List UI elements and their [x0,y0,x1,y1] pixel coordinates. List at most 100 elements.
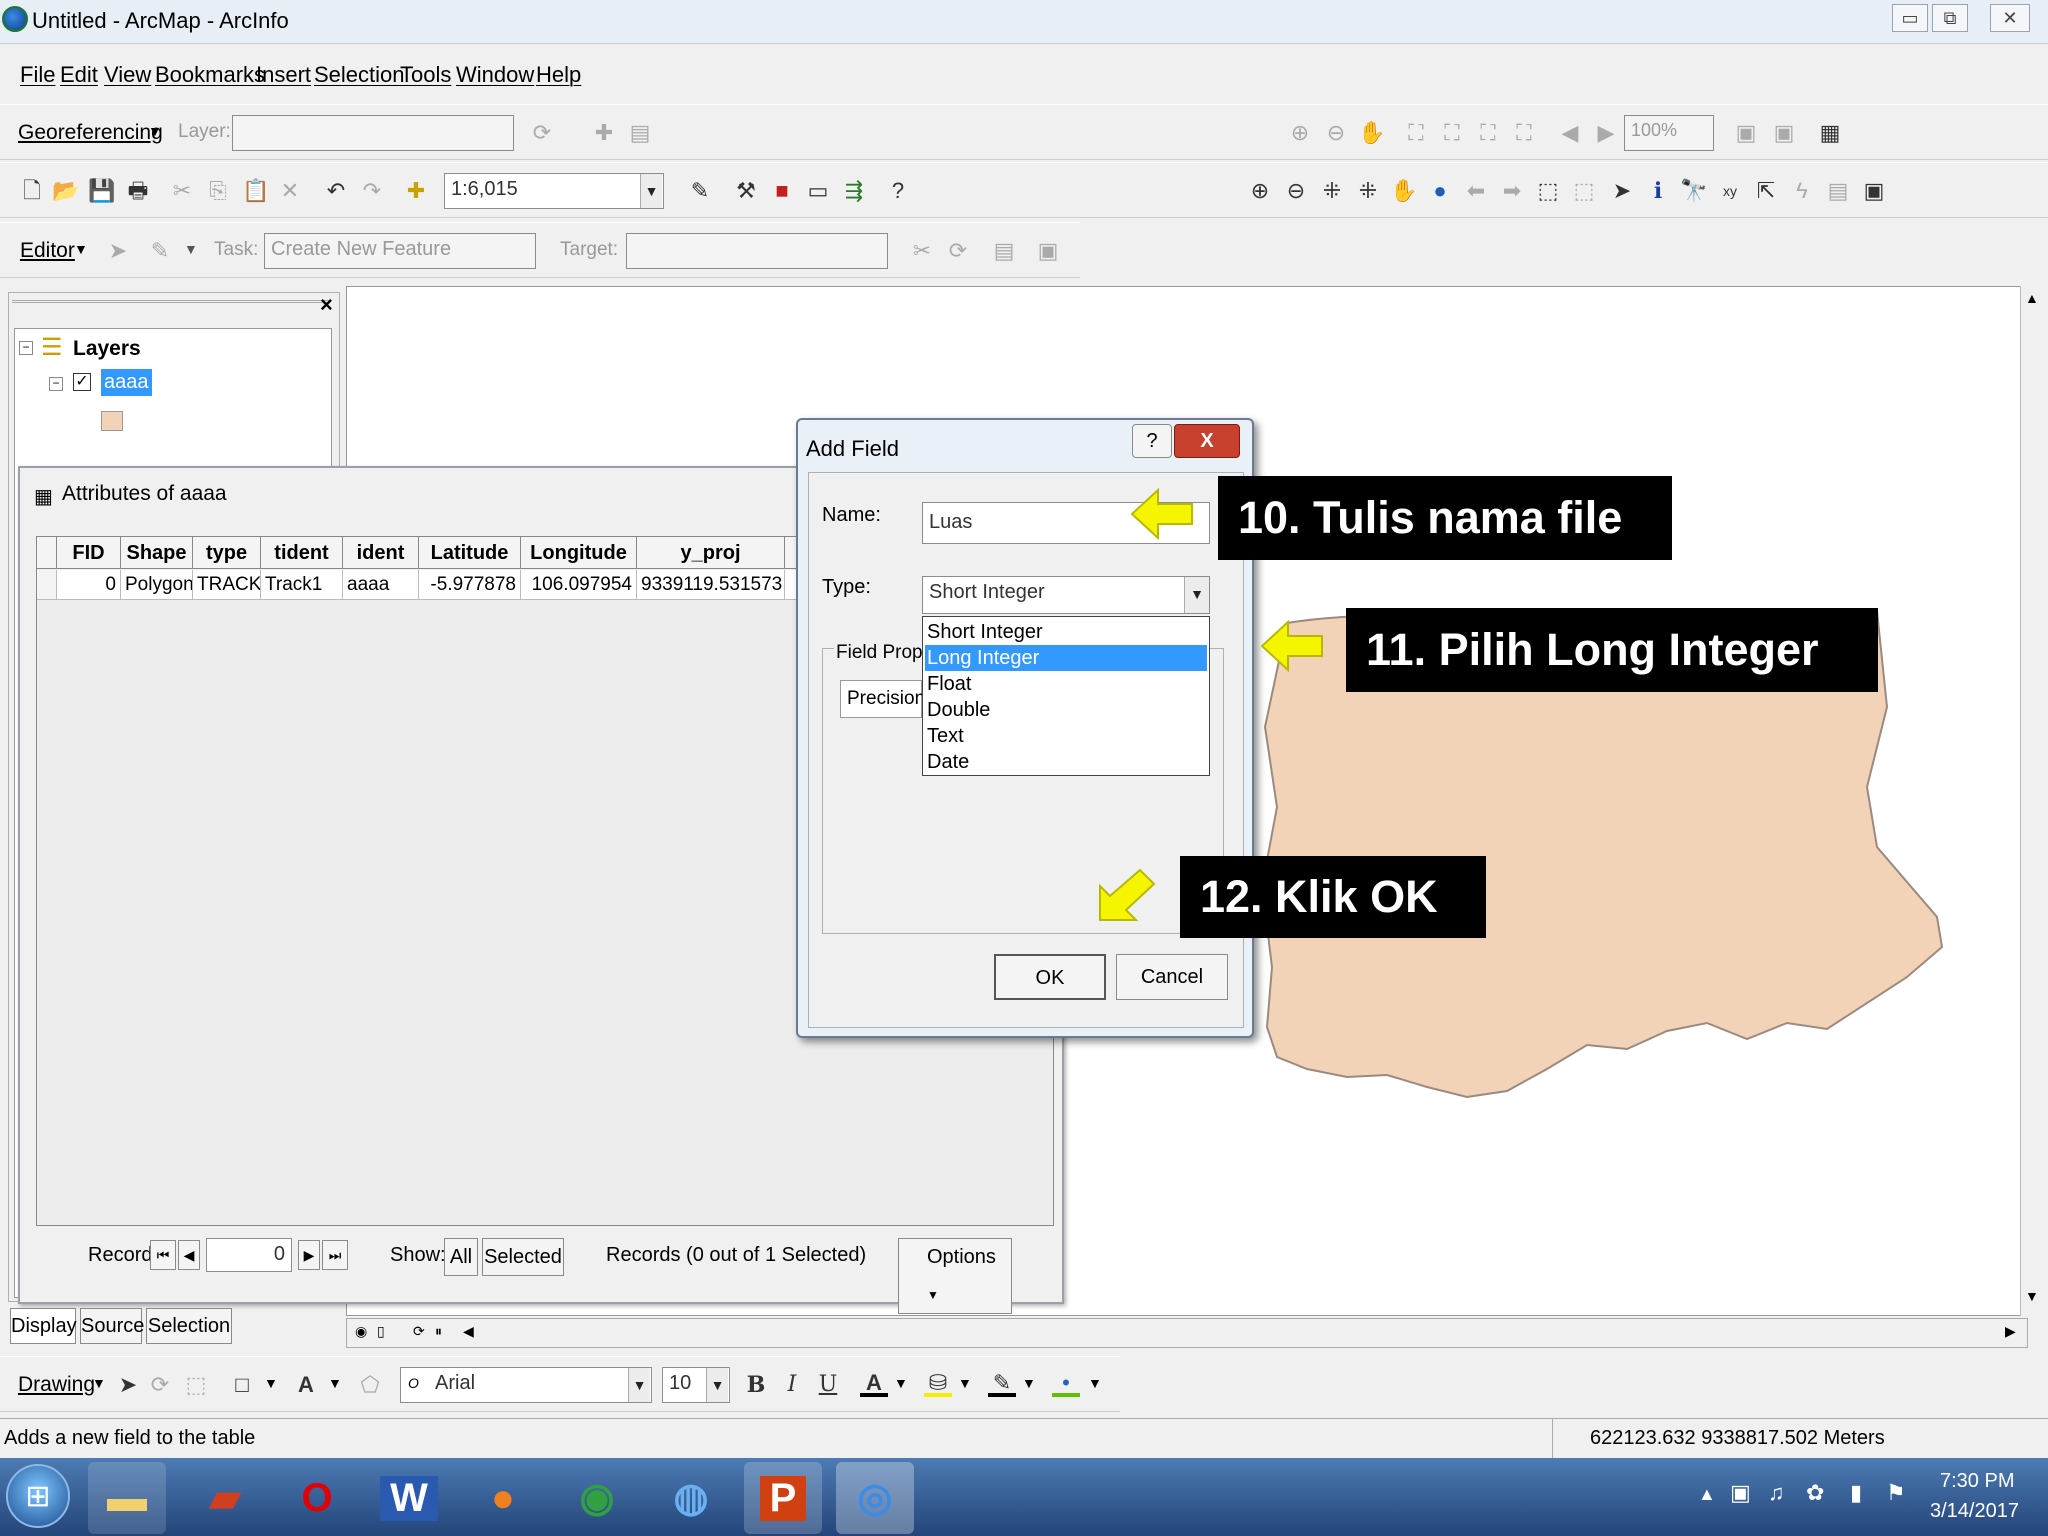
drawing-menu[interactable]: Drawing [18,1373,95,1397]
minimize-button[interactable]: ▭ [1892,4,1928,32]
menu-file[interactable]: File [20,62,55,88]
column-header[interactable]: type [193,537,261,569]
map-horizontal-scrollbar[interactable]: ◉ ▯ ⟳ ⏸ ◀ ▶ [346,1318,2028,1348]
toggle-draft-mode-icon[interactable]: ▣ [1732,119,1760,147]
scroll-down-icon[interactable]: ▼ [2025,1288,2039,1304]
new-document-icon[interactable]: 🗋 [18,177,46,205]
firefox-taskbar-icon[interactable]: ● [464,1462,542,1534]
sketch-properties-icon[interactable]: ▣ [1034,237,1062,265]
change-layout-icon[interactable]: ▦ [1816,119,1844,147]
font-select[interactable]: Arial [400,1367,652,1403]
cut-icon[interactable]: ✂ [168,177,196,205]
table-cell[interactable]: Polygon [121,570,193,600]
split-tool-icon[interactable]: ✂ [908,237,936,265]
add-control-points-icon[interactable]: ✚ [590,119,618,147]
layer-select[interactable] [232,115,514,151]
target-select[interactable] [626,233,888,269]
georeferencing-menu[interactable]: Georeferencing [18,121,163,145]
word-taskbar-icon[interactable]: W [370,1462,448,1534]
menu-help[interactable]: Help [536,62,581,88]
select-elements-drawing-icon[interactable]: ➤ [114,1371,142,1399]
copy-icon[interactable]: ⎘ [204,177,232,205]
zoom-in-icon[interactable]: ⊕ [1246,177,1274,205]
command-line-icon[interactable]: ▭ [804,177,832,205]
font-size-dropdown-icon[interactable]: ▼ [706,1368,728,1402]
paste-icon[interactable]: 📋 [242,177,270,205]
sketch-dropdown-icon[interactable]: ▼ [184,241,198,257]
line-color-icon[interactable]: ✎ [988,1369,1016,1397]
previous-record-icon[interactable]: ◀ [178,1240,200,1270]
italic-button[interactable]: I [778,1371,806,1399]
menu-selection[interactable]: Selection [314,62,405,88]
drawing-dropdown-icon[interactable]: ▼ [92,1375,106,1391]
fixed-zoom-in-icon[interactable]: ⁜ [1318,177,1346,205]
table-cell[interactable]: 9339119.531573 [637,570,785,600]
table-cell[interactable]: Track1 [261,570,343,600]
menu-insert[interactable]: Insert [256,62,311,88]
pan-layout-icon[interactable]: ✋ [1358,119,1386,147]
restore-button[interactable]: ⧉ [1932,4,1968,32]
rotate-icon[interactable]: ⟳ [528,119,556,147]
column-header[interactable]: y_proj [637,537,785,569]
layers-root-label[interactable]: Layers [73,337,141,361]
underline-button[interactable]: U [814,1371,842,1399]
rectangle-tool-icon[interactable]: □ [228,1371,256,1399]
zoom-100-icon[interactable]: ⛶ [1438,119,1466,147]
column-header[interactable]: ident [343,537,419,569]
rotate-drawing-icon[interactable]: ⟳ [146,1371,174,1399]
menu-window[interactable]: Window [456,62,534,88]
zoom-out-fixed-icon[interactable]: ⊖ [1322,119,1350,147]
find-icon[interactable]: 🔭 [1680,177,1708,205]
font-dropdown-icon[interactable]: ▼ [628,1368,650,1402]
table-cell[interactable]: 0 [57,570,121,600]
column-header[interactable]: Latitude [419,537,521,569]
scroll-left-icon[interactable]: ◀ [463,1323,474,1340]
type-option-text[interactable]: Text [925,723,1207,749]
edit-vertices-icon[interactable]: ⬠ [356,1371,384,1399]
delete-icon[interactable]: ✕ [276,177,304,205]
tray-flag-icon[interactable]: ⚑ [1886,1480,1906,1506]
table-cell[interactable]: -5.977878 [419,570,521,600]
tray-volume-icon[interactable]: ♫ [1768,1480,1785,1506]
scroll-up-icon[interactable]: ▲ [2025,290,2039,306]
toc-close-icon[interactable]: × [320,292,333,318]
select-features-icon[interactable]: ⬚ [1534,177,1562,205]
menu-view[interactable]: View [104,62,151,88]
scroll-right-icon[interactable]: ▶ [2005,1323,2016,1340]
books-taskbar-icon[interactable]: ▰ [186,1462,264,1534]
layer-visibility-checkbox[interactable]: ✓ [73,373,91,391]
last-record-icon[interactable]: ⏭ [322,1240,348,1270]
zoom-to-selected-icon[interactable]: ⬚ [182,1371,210,1399]
dialog-help-button[interactable]: ? [1132,424,1172,458]
data-view-icon[interactable]: ◉ [355,1323,367,1340]
column-header[interactable]: Shape [121,537,193,569]
forward-extent-icon[interactable]: ➡ [1498,177,1526,205]
collapse-layers-icon[interactable]: − [19,341,33,355]
clock-date[interactable]: 3/14/2017 [1930,1500,2019,1523]
editor-toolbar-icon[interactable]: ✎ [686,177,714,205]
marker-color-dropdown-icon[interactable]: ▼ [1088,1375,1102,1391]
focus-data-frame-icon[interactable]: ▣ [1770,119,1798,147]
show-all-button[interactable]: All [444,1238,478,1276]
attributes-icon[interactable]: ▤ [990,237,1018,265]
zoom-page-icon[interactable]: ⛶ [1510,119,1538,147]
sketch-tool-icon[interactable]: ✎ [146,237,174,265]
rotate-tool-icon[interactable]: ⟳ [944,237,972,265]
tab-source[interactable]: Source [80,1308,144,1344]
precision-label[interactable]: Precision [840,680,925,718]
font-color-dropdown-icon[interactable]: ▼ [894,1375,908,1391]
layer-name-aaaa[interactable]: aaaa [101,369,152,396]
refresh-icon[interactable]: ⟳ [413,1323,425,1340]
close-window-button[interactable]: ✕ [1990,4,2030,32]
font-color-icon[interactable]: A [860,1369,888,1397]
full-extent-icon[interactable]: ● [1426,177,1454,205]
map-vertical-scrollbar[interactable]: ▲ ▼ [2020,286,2046,1316]
clock-time[interactable]: 7:30 PM [1940,1470,2014,1493]
menu-bookmarks[interactable]: Bookmarks [155,62,265,88]
zoom-to-width-icon[interactable]: ⛶ [1474,119,1502,147]
layout-zoom-select[interactable]: 100% [1624,115,1714,151]
view-link-table-icon[interactable]: ▤ [626,119,654,147]
undo-icon[interactable]: ↶ [322,177,350,205]
arctoolbox-icon[interactable]: ⚒ [732,177,760,205]
georef-dropdown-icon[interactable]: ▼ [148,123,162,139]
